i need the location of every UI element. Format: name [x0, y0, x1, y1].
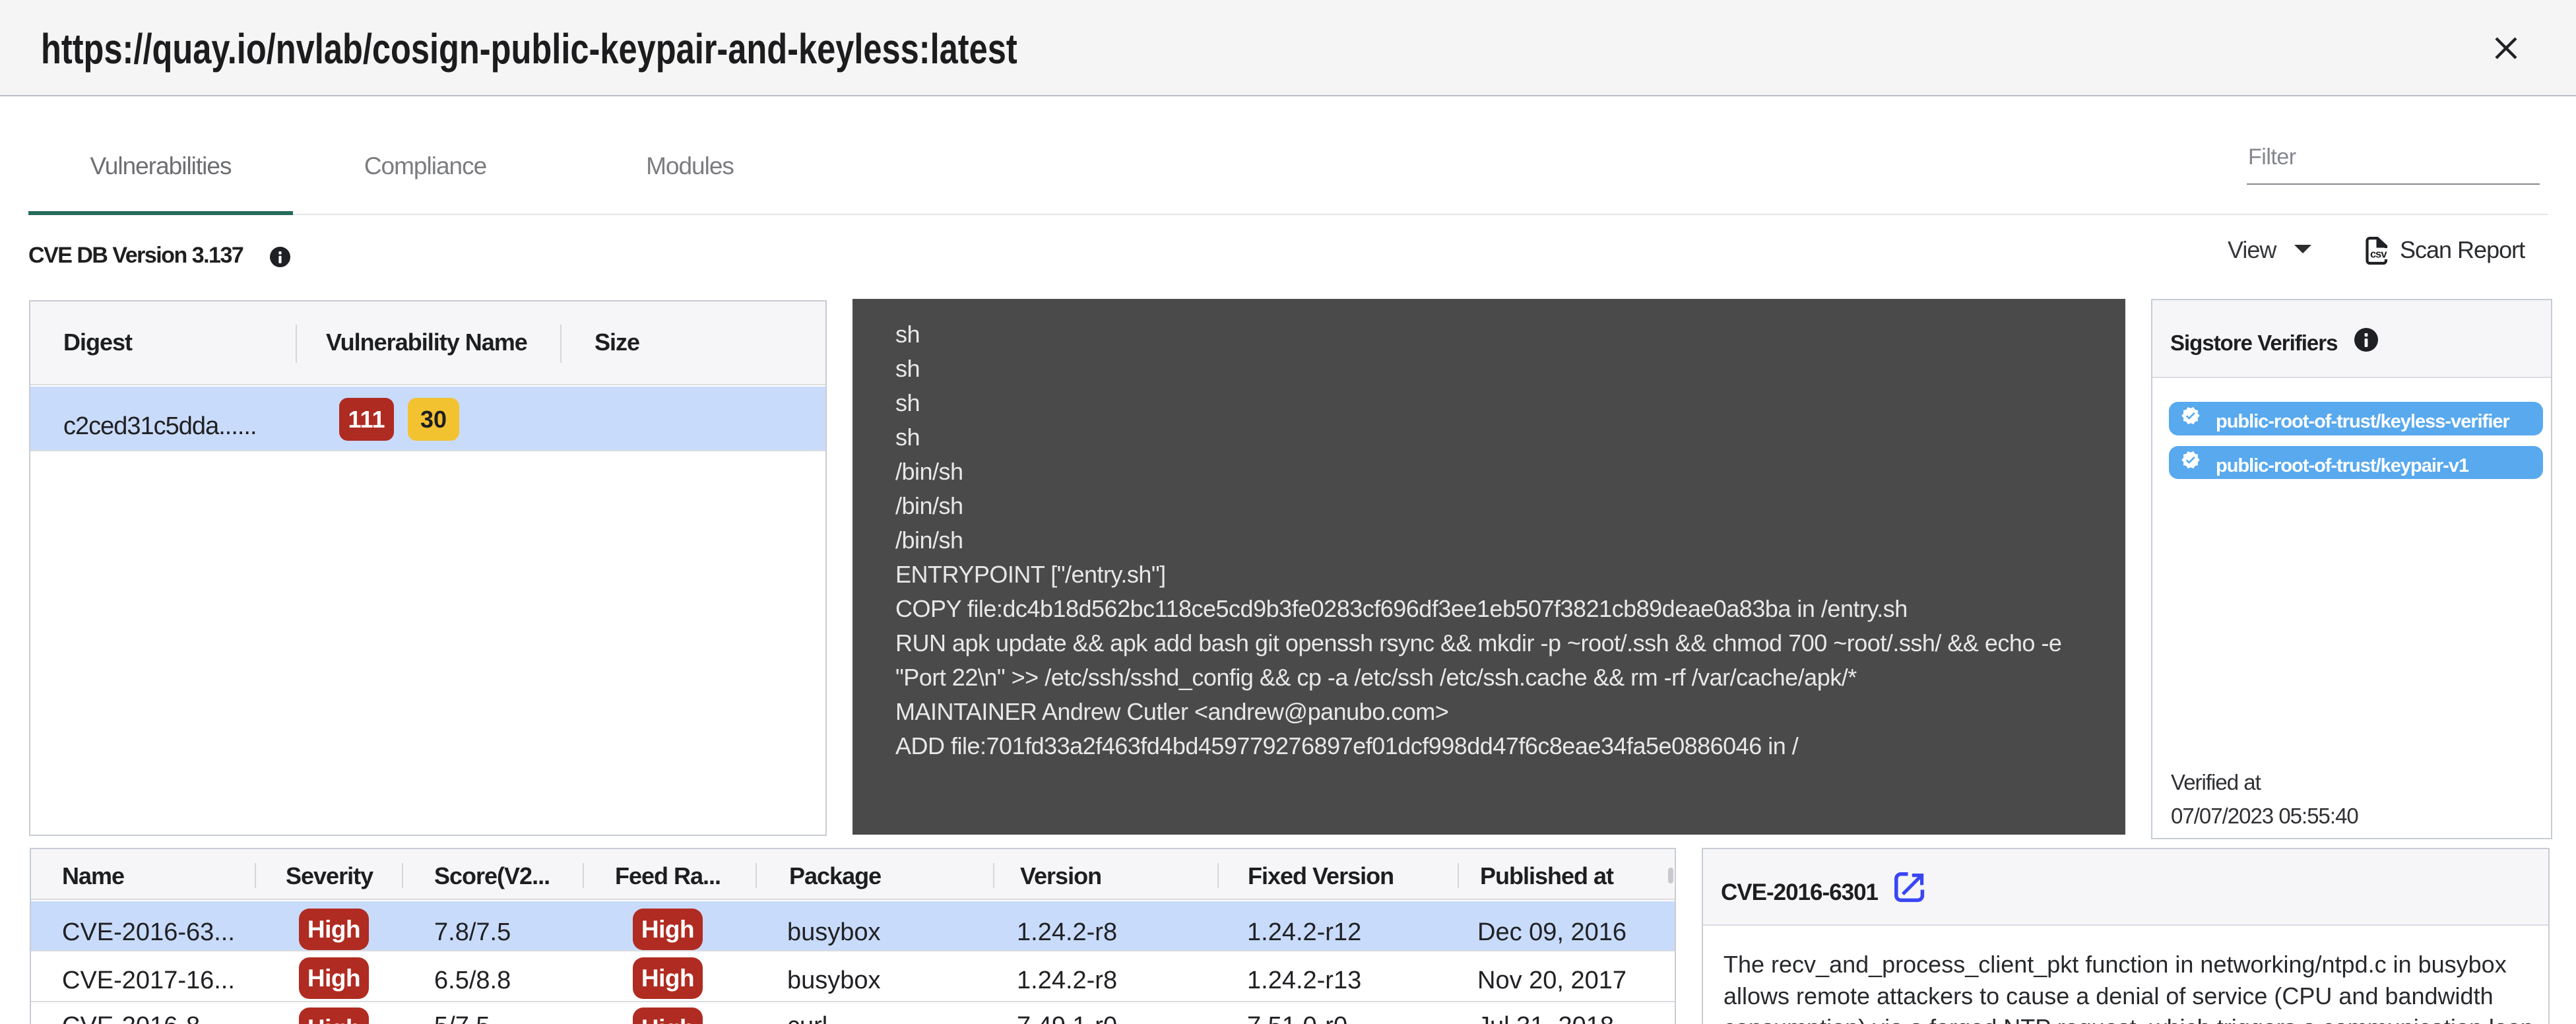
svg-text:csv: csv: [2370, 249, 2387, 261]
